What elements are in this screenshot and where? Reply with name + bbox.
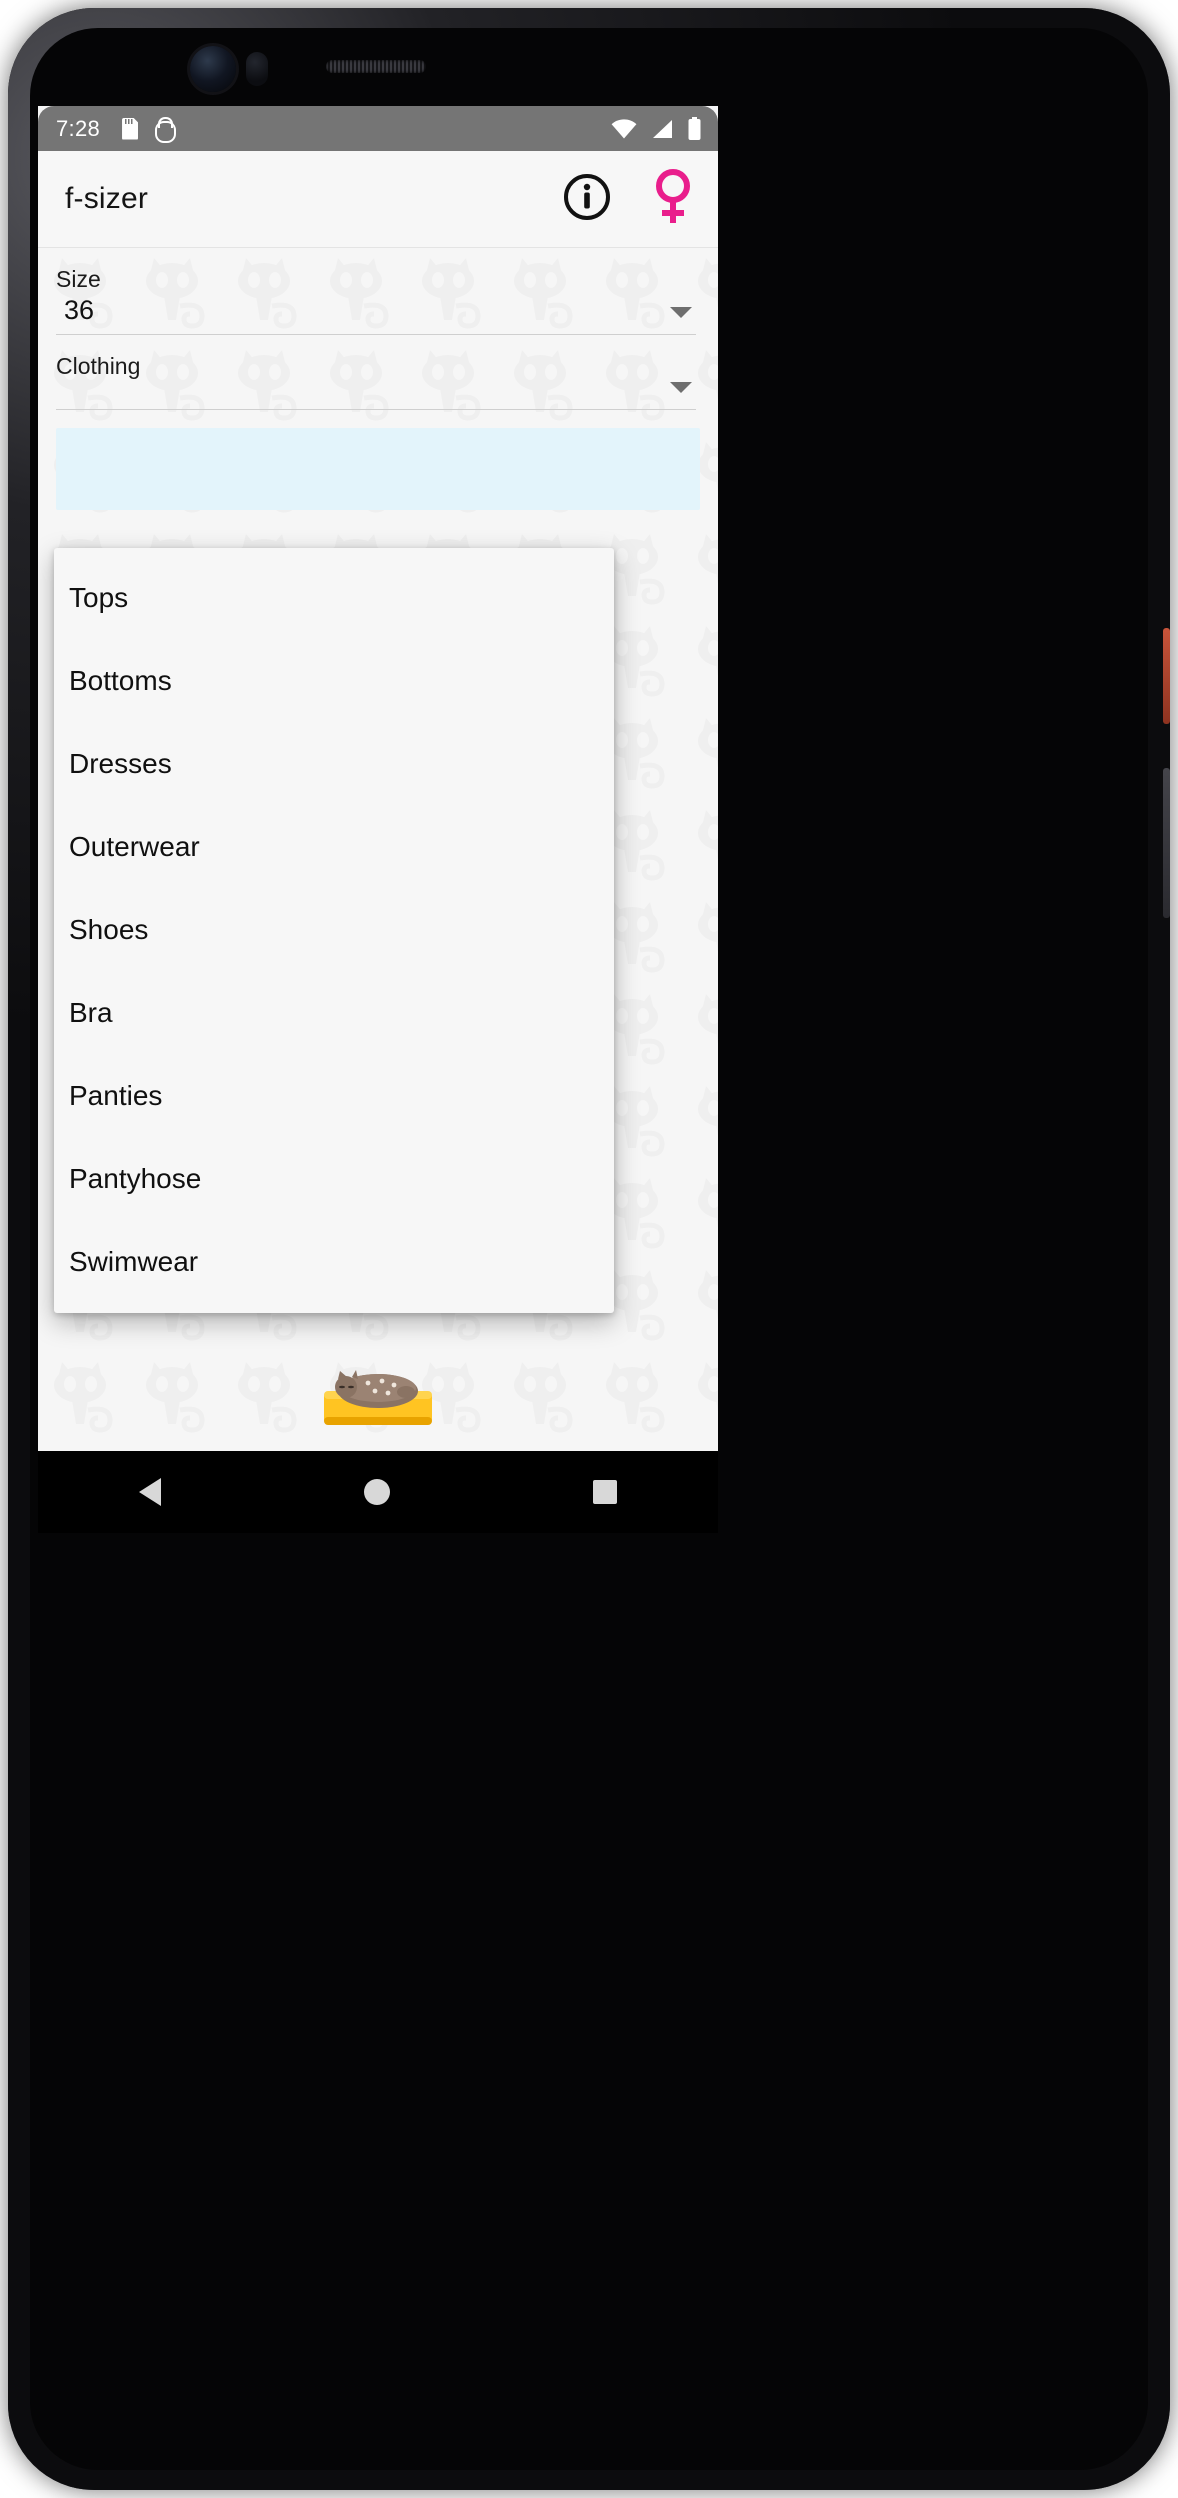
status-bar-clock: 7:28 bbox=[56, 115, 101, 141]
size-field-value: 36 bbox=[64, 295, 95, 325]
app-bar: f-sizer bbox=[38, 151, 718, 248]
volume-button[interactable] bbox=[1163, 768, 1170, 918]
nav-recents-button[interactable] bbox=[592, 1480, 617, 1504]
earpiece-speaker-icon bbox=[326, 60, 426, 73]
status-bar: 7:28 bbox=[38, 106, 718, 151]
camera-lens-icon bbox=[190, 46, 236, 92]
size-field-label: Size bbox=[56, 266, 101, 292]
menu-item-bra[interactable]: Bra bbox=[54, 971, 614, 1054]
cellular-signal-icon bbox=[650, 119, 674, 139]
menu-item-pantyhose[interactable]: Pantyhose bbox=[54, 1137, 614, 1220]
menu-item-panties[interactable]: Panties bbox=[54, 1054, 614, 1137]
status-bar-left-icons bbox=[122, 117, 177, 143]
nav-back-button[interactable] bbox=[139, 1478, 162, 1506]
size-field-row: Size 36 bbox=[38, 248, 718, 335]
wifi-icon bbox=[611, 118, 637, 139]
menu-item-shoes[interactable]: Shoes bbox=[54, 888, 614, 971]
chevron-down-icon[interactable] bbox=[670, 307, 692, 318]
main-content: Size 36 Clothing Tops Bottoms Dresses Ou… bbox=[38, 248, 718, 1451]
phone-device-frame: 7:28 f-sizer Size 36 Clothing Tops Botto… bbox=[8, 8, 1170, 2490]
clothing-dropdown[interactable] bbox=[56, 380, 696, 410]
sleeping-cat-on-cushion-icon bbox=[320, 1357, 436, 1429]
menu-item-swimwear[interactable]: Swimwear bbox=[54, 1220, 614, 1303]
nav-home-button[interactable] bbox=[363, 1479, 390, 1505]
android-debug-bug-icon bbox=[154, 117, 177, 143]
menu-item-tops[interactable]: Tops bbox=[54, 556, 614, 639]
sd-card-icon bbox=[122, 118, 138, 140]
clothing-field-row: Clothing bbox=[38, 335, 718, 410]
result-card bbox=[56, 428, 700, 510]
clothing-field-label: Clothing bbox=[56, 353, 141, 379]
battery-full-icon bbox=[687, 116, 702, 141]
status-bar-right-icons bbox=[611, 116, 702, 141]
menu-item-bottoms[interactable]: Bottoms bbox=[54, 639, 614, 722]
android-navigation-bar bbox=[38, 1451, 718, 1533]
camera-sensor-icon bbox=[246, 52, 268, 86]
size-dropdown[interactable]: 36 bbox=[56, 293, 696, 335]
page-title: f-sizer bbox=[65, 182, 149, 215]
menu-item-outerwear[interactable]: Outerwear bbox=[54, 805, 614, 888]
power-button[interactable] bbox=[1163, 628, 1170, 724]
female-gender-icon[interactable] bbox=[650, 168, 696, 231]
info-icon[interactable] bbox=[562, 172, 612, 227]
menu-item-dresses[interactable]: Dresses bbox=[54, 722, 614, 805]
clothing-dropdown-menu[interactable]: Tops Bottoms Dresses Outerwear Shoes Bra… bbox=[54, 548, 614, 1313]
phone-screen: 7:28 f-sizer Size 36 Clothing Tops Botto… bbox=[38, 106, 718, 1451]
chevron-down-icon[interactable] bbox=[670, 382, 692, 393]
app-bar-actions bbox=[562, 168, 696, 231]
